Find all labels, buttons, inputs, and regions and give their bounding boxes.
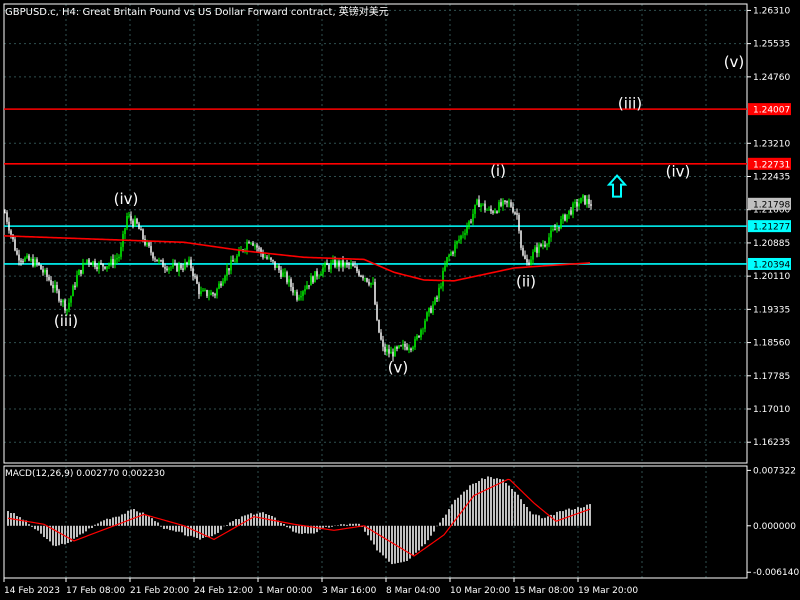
y-axis-tick-label: 1.25535: [753, 40, 790, 50]
wave-label: (iii): [54, 312, 78, 330]
y-axis-tick-label: 1.19335: [753, 305, 790, 315]
macd-indicator-label: MACD(12,26,9) 0.002770 0.002230: [5, 469, 165, 479]
x-axis-tick-label: 15 Mar 08:00: [514, 586, 574, 596]
trading-chart[interactable]: (iii) (iv) (v) (i) (ii) (iii) (iv) (v) 1.26310 1.…: [0, 0, 800, 600]
x-axis-tick-label: 1 Mar 00:00: [258, 586, 313, 596]
x-axis-tick-label: 10 Mar 20:00: [450, 586, 510, 596]
macd-y-axis-tick-label: -0.006140: [753, 568, 799, 578]
y-axis-tick-label: 1.18560: [753, 339, 790, 349]
x-axis-tick-label: 14 Feb 2023: [4, 586, 60, 596]
x-axis-tick-label: 21 Feb 20:00: [130, 586, 189, 596]
y-axis-tick-label: 1.16235: [753, 438, 790, 448]
y-axis-tick-label: 1.20885: [753, 239, 790, 249]
y-axis-tick-label: 1.22435: [753, 173, 790, 183]
x-axis-tick-label: 24 Feb 12:00: [194, 586, 253, 596]
x-axis-tick-label: 19 Mar 20:00: [578, 586, 638, 596]
wave-label: (i): [490, 162, 506, 180]
price-tag-resistance: 1.22731: [753, 160, 790, 170]
y-axis-tick-label: 1.24760: [753, 73, 790, 83]
macd-y-axis-tick-label: 0.007322: [753, 466, 796, 476]
x-axis-tick-label: 17 Feb 08:00: [66, 586, 125, 596]
price-tag-support: 1.20394: [753, 260, 790, 270]
price-tag-current: 1.21798: [753, 200, 790, 210]
y-axis-tick-label: 1.23210: [753, 139, 790, 149]
y-axis-tick-label: 1.26310: [753, 6, 790, 16]
y-axis-tick-label: 1.20110: [753, 272, 790, 282]
chart-background: [0, 0, 800, 600]
wave-label: (v): [388, 358, 409, 376]
price-tag-resistance: 1.24007: [753, 106, 790, 116]
chart-title: GBPUSD.c, H4: Great Britain Pound vs US …: [5, 7, 389, 18]
y-axis-tick-label: 1.17010: [753, 405, 790, 415]
y-axis-tick-label: 1.17785: [753, 372, 790, 382]
wave-label: (iv): [114, 190, 139, 208]
price-tag-support: 1.21277: [753, 223, 790, 233]
wave-label: (iii): [618, 94, 642, 112]
wave-label: (v): [724, 53, 745, 71]
wave-label: (iv): [666, 163, 691, 181]
macd-y-axis-tick-label: 0.000000: [753, 522, 796, 532]
x-axis-tick-label: 3 Mar 16:00: [322, 586, 377, 596]
wave-label: (ii): [516, 273, 536, 291]
x-axis-tick-label: 8 Mar 04:00: [386, 586, 441, 596]
